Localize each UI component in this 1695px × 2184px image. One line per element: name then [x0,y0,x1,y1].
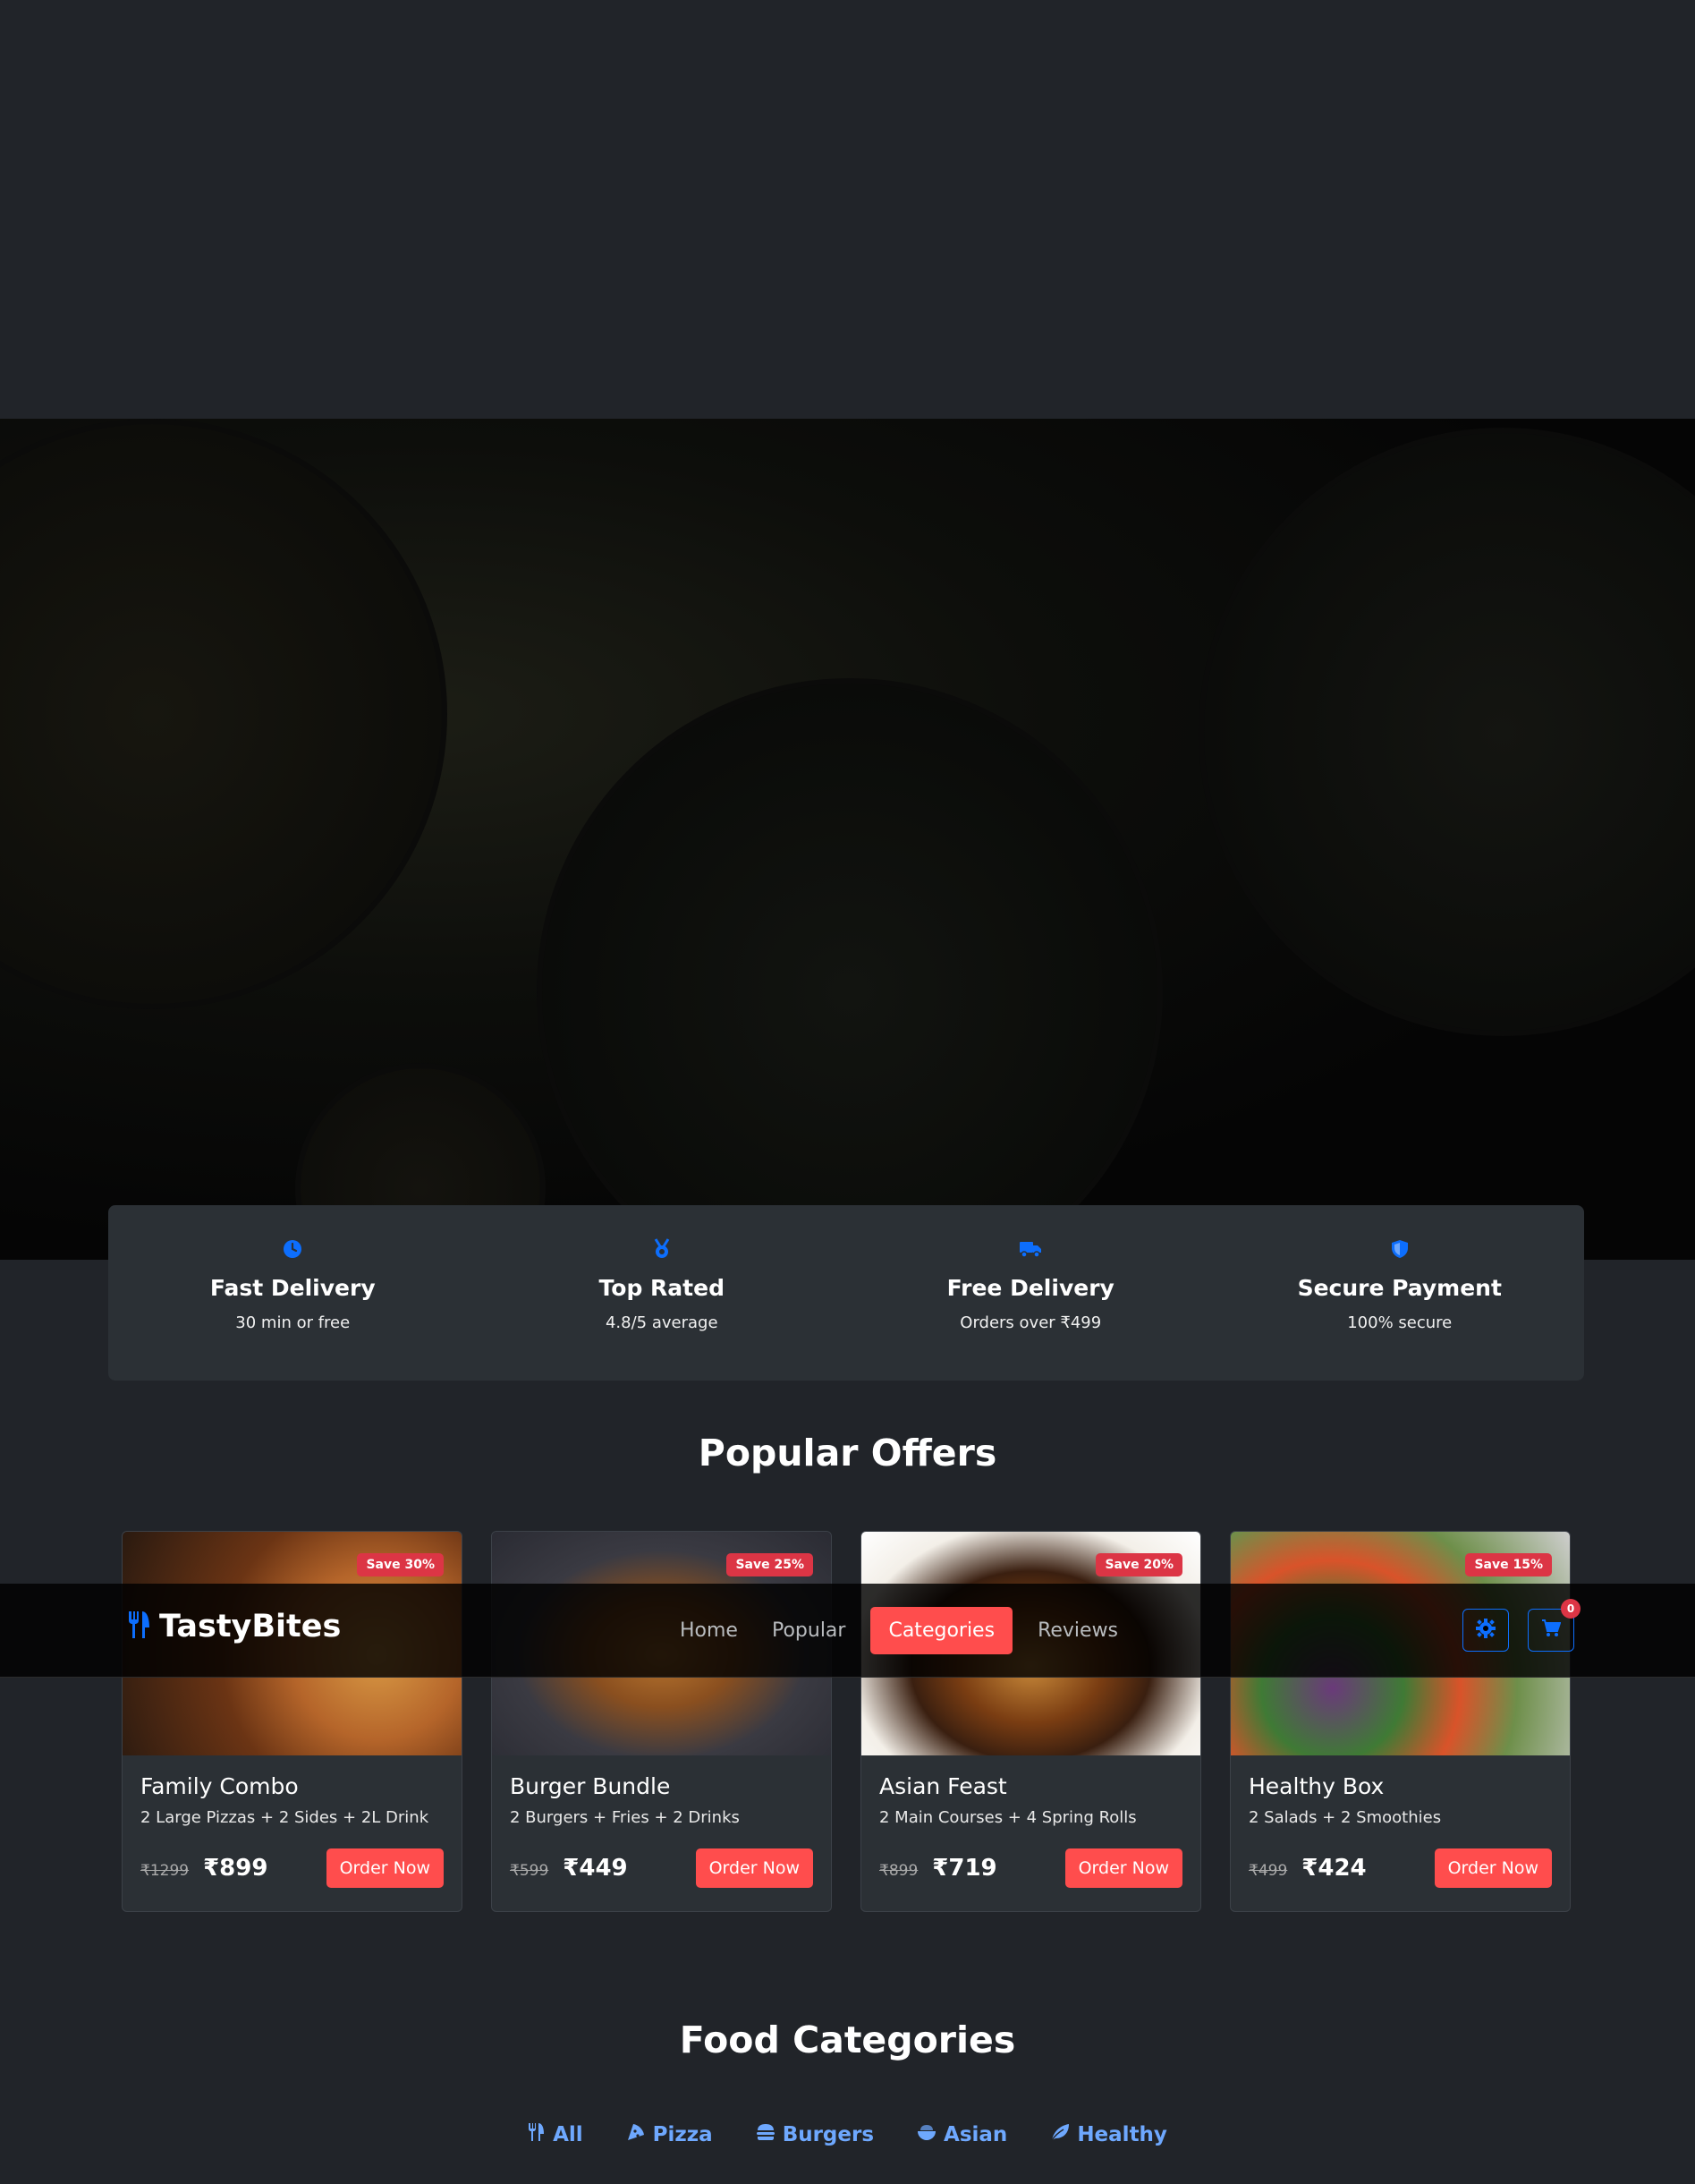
gear-icon [1476,1619,1496,1642]
leaf-icon [1050,2123,1070,2146]
feature-title: Fast Delivery [209,1275,376,1301]
order-now-button[interactable]: Order Now [1064,1848,1182,1888]
cart-count-badge: 0 [1561,1599,1581,1619]
category-label: Healthy [1077,2123,1167,2146]
feature-fast-delivery: Fast Delivery 30 min or free [108,1205,478,1381]
clock-icon [281,1237,304,1261]
popular-offers-title: Popular Offers [698,1432,997,1474]
hero-background [0,419,1695,1260]
utensils-icon [127,1610,152,1643]
discount-badge: Save 20% [1096,1553,1182,1576]
shield-icon [1388,1237,1411,1261]
discount-badge: Save 25% [726,1553,813,1576]
nav-links: Home Popular Categories Reviews [671,1607,1127,1654]
offer-description: 2 Salads + 2 Smoothies [1249,1808,1442,1827]
cart-button[interactable]: 0 [1528,1599,1581,1652]
offer-name: Healthy Box [1249,1773,1385,1799]
feature-top-rated: Top Rated 4.8/5 average [478,1205,847,1381]
category-tab-burgers[interactable]: Burgers [756,2122,874,2147]
discount-badge: Save 15% [1465,1553,1552,1576]
offer-description: 2 Burgers + Fries + 2 Drinks [510,1808,740,1827]
offer-price: ₹719 [932,1855,997,1882]
feature-subtitle: Orders over ₹499 [960,1313,1102,1332]
order-now-button[interactable]: Order Now [326,1848,444,1888]
category-label: Asian [944,2123,1008,2146]
feature-free-delivery: Free Delivery Orders over ₹499 [846,1205,1216,1381]
nav-link-home[interactable]: Home [671,1607,747,1654]
order-now-button[interactable]: Order Now [1434,1848,1552,1888]
original-price: ₹1299 [140,1862,190,1880]
nav-link-popular[interactable]: Popular [763,1607,855,1654]
features-bar: Fast Delivery 30 min or free Top Rated 4… [108,1205,1584,1381]
offer-name: Family Combo [140,1773,299,1799]
category-tabs: All Pizza Burgers Asian Healthy [0,2122,1695,2147]
category-tab-asian[interactable]: Asian [917,2122,1007,2147]
settings-button[interactable] [1462,1609,1509,1652]
feature-title: Free Delivery [946,1275,1114,1301]
food-categories-title: Food Categories [679,2018,1016,2061]
food-plate-image [537,678,1163,1260]
pizza-icon [626,2122,646,2147]
offer-description: 2 Main Courses + 4 Spring Rolls [879,1808,1137,1827]
offer-name: Asian Feast [879,1773,1007,1799]
category-label: All [553,2123,583,2146]
nav-link-reviews[interactable]: Reviews [1029,1607,1127,1654]
order-now-button[interactable]: Order Now [695,1848,813,1888]
burger-icon [756,2123,775,2146]
feature-title: Top Rated [598,1275,725,1301]
category-label: Pizza [652,2123,713,2146]
navbar: TastyBites Home Popular Categories Revie… [0,1584,1695,1678]
feature-secure-payment: Secure Payment 100% secure [1216,1205,1585,1381]
category-tab-healthy[interactable]: Healthy [1050,2122,1167,2147]
medal-icon [650,1237,674,1261]
original-price: ₹499 [1249,1862,1288,1880]
food-plate-image [1199,428,1695,1036]
feature-subtitle: 100% secure [1347,1313,1453,1332]
category-label: Burgers [782,2123,875,2146]
nav-link-categories[interactable]: Categories [870,1607,1013,1654]
offer-price: ₹899 [203,1855,268,1882]
offer-description: 2 Large Pizzas + 2 Sides + 2L Drink [140,1808,429,1827]
category-tab-pizza[interactable]: Pizza [626,2122,713,2147]
bowl-icon [917,2123,936,2146]
brand-logo[interactable]: TastyBites [127,1609,341,1644]
food-plate-image [0,419,447,1009]
cart-icon [1541,1619,1562,1642]
utensils-icon [528,2122,546,2147]
feature-subtitle: 4.8/5 average [605,1313,718,1332]
discount-badge: Save 30% [357,1553,444,1576]
original-price: ₹599 [510,1862,549,1880]
offer-price: ₹449 [563,1855,628,1882]
category-tab-all[interactable]: All [528,2122,583,2147]
original-price: ₹899 [879,1862,919,1880]
brand-name: TastyBites [159,1609,342,1644]
offer-name: Burger Bundle [510,1773,671,1799]
offer-price: ₹424 [1301,1855,1367,1882]
feature-subtitle: 30 min or free [235,1313,351,1332]
feature-title: Secure Payment [1297,1275,1502,1301]
truck-icon [1019,1237,1042,1261]
